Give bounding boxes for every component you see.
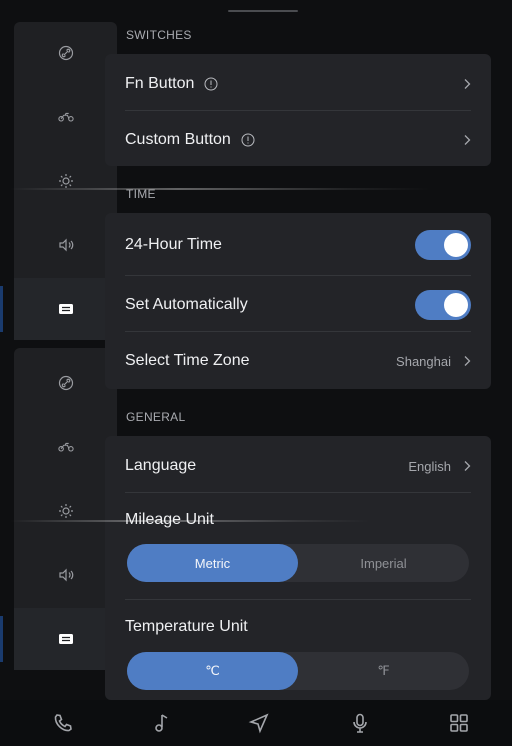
phone-icon[interactable] [50,710,76,736]
24-hour-time-label: 24-Hour Time [125,236,222,253]
general-card: Language English Mileage Unit Metric Imp… [105,436,491,700]
screen-glare [10,188,430,190]
mileage-unit-segmented-control: Metric Imperial [127,544,469,582]
custom-button-row[interactable]: Custom Button [125,110,471,166]
divider [125,331,471,332]
set-automatically-row: Set Automatically [125,275,471,335]
apps-grid-icon[interactable] [446,710,472,736]
chevron-right-icon [463,134,471,146]
select-time-zone-label: Select Time Zone [125,352,250,369]
language-value: English [408,458,451,474]
temperature-option-fahrenheit[interactable]: ℉ [298,652,469,690]
chevron-right-icon [463,78,471,90]
link-icon[interactable] [14,22,117,84]
brightness-icon[interactable] [14,480,117,542]
chevron-right-icon [463,355,471,367]
language-row[interactable]: Language English [125,436,471,496]
chevron-right-icon [463,460,471,472]
music-icon[interactable] [148,710,174,736]
mileage-option-imperial[interactable]: Imperial [298,544,469,582]
brightness-icon[interactable] [14,150,117,212]
info-icon[interactable] [204,77,218,91]
settings-switch-icon[interactable] [0,278,117,340]
switches-card: Fn Button Custom Button [105,54,491,166]
select-time-zone-row[interactable]: Select Time Zone Shanghai [125,331,471,389]
time-zone-value: Shanghai [396,353,451,369]
temperature-option-celsius[interactable]: ℃ [127,652,298,690]
temperature-unit-segmented-control: ℃ ℉ [127,652,469,690]
sidebar-rail-top [0,22,117,340]
24-hour-time-toggle[interactable] [415,230,471,260]
motorcycle-icon[interactable] [14,86,117,148]
toggle-knob [444,293,468,317]
divider [125,110,471,111]
fn-button-label: Fn Button [125,75,195,92]
microphone-icon[interactable] [347,710,373,736]
fn-button-row[interactable]: Fn Button [125,54,471,114]
divider [125,492,471,493]
volume-icon[interactable] [14,214,117,276]
temperature-unit-row: Temperature Unit [125,599,471,655]
set-automatically-label: Set Automatically [125,296,248,313]
info-icon[interactable] [241,133,255,147]
set-automatically-toggle[interactable] [415,290,471,320]
volume-icon[interactable] [14,544,117,606]
motorcycle-icon[interactable] [14,416,117,478]
screen-glare [10,520,370,522]
temperature-unit-label: Temperature Unit [125,618,248,635]
mileage-option-metric[interactable]: Metric [127,544,298,582]
divider [125,599,471,600]
toggle-knob [444,233,468,257]
bottom-nav-bar [0,700,512,746]
link-icon[interactable] [14,352,117,414]
section-title-switches: SWITCHES [126,28,192,42]
sidebar-rail-bottom [0,348,117,670]
language-label: Language [125,457,197,474]
settings-switch-icon[interactable] [0,608,117,670]
divider [125,275,471,276]
navigation-icon[interactable] [246,710,272,736]
custom-button-label: Custom Button [125,131,231,148]
time-card: 24-Hour Time Set Automatically Select Ti… [105,213,491,389]
section-title-general: GENERAL [126,410,186,424]
24-hour-time-row: 24-Hour Time [125,215,471,275]
drag-handle[interactable] [228,10,298,12]
